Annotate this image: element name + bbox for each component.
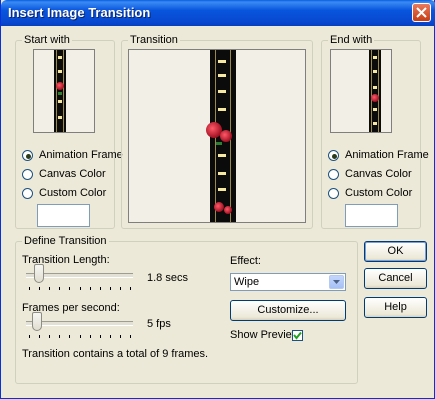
end-radio-canvas-color[interactable] xyxy=(328,169,339,180)
slider-tick xyxy=(79,287,81,290)
fps-value: 5 fps xyxy=(147,318,171,330)
frame-count-summary: Transition contains a total of 9 frames. xyxy=(22,348,209,360)
transition-length-value: 1.8 secs xyxy=(147,272,188,284)
start-option-label: Canvas Color xyxy=(39,168,106,180)
end-custom-color-swatch[interactable] xyxy=(345,204,398,227)
checkmark-icon xyxy=(293,331,302,340)
slider-tick xyxy=(99,335,101,338)
define-transition-legend: Define Transition xyxy=(22,235,109,247)
show-preview-label: Show Preview xyxy=(230,329,300,341)
title-bar[interactable]: Insert Image Transition xyxy=(1,0,435,26)
cancel-button[interactable]: Cancel xyxy=(364,268,427,289)
end-option-label: Animation Frame xyxy=(345,149,429,161)
dialog-window: Insert Image Transition Start with Anima… xyxy=(0,0,435,399)
end-radio-custom-color[interactable] xyxy=(328,188,339,199)
close-icon xyxy=(416,7,427,18)
effect-select-value: Wipe xyxy=(234,276,260,288)
slider-tick xyxy=(89,287,91,290)
start-radio-custom-color[interactable] xyxy=(22,188,33,199)
slider-tick xyxy=(59,335,61,338)
window-title: Insert Image Transition xyxy=(8,5,151,20)
slider-tick xyxy=(29,335,30,338)
slider-tick xyxy=(89,335,91,338)
close-button[interactable] xyxy=(412,3,431,22)
slider-tick xyxy=(130,335,131,338)
help-button[interactable]: Help xyxy=(364,297,427,318)
slider-tick xyxy=(69,335,71,338)
transition-length-slider-thumb[interactable] xyxy=(33,264,44,283)
slider-tick xyxy=(59,287,61,290)
slider-tick xyxy=(29,287,30,290)
start-radio-animation-frame[interactable] xyxy=(22,150,33,161)
transition-legend: Transition xyxy=(128,34,180,46)
end-preview xyxy=(330,49,392,133)
slider-tick xyxy=(119,287,121,290)
fps-slider-thumb[interactable] xyxy=(31,312,42,331)
start-radio-canvas-color[interactable] xyxy=(22,169,33,180)
slider-tick xyxy=(119,335,121,338)
effect-select[interactable]: Wipe xyxy=(230,273,346,291)
end-with-group: End with Animation Frame Canvas Color Cu xyxy=(321,34,429,229)
show-preview-checkbox[interactable] xyxy=(292,330,303,341)
customize-button[interactable]: Customize... xyxy=(230,300,346,321)
start-custom-color-swatch[interactable] xyxy=(37,204,90,227)
slider-tick xyxy=(109,335,111,338)
slider-tick xyxy=(39,287,41,290)
start-with-legend: Start with xyxy=(22,34,72,46)
effect-label: Effect: xyxy=(230,255,261,267)
slider-tick xyxy=(109,287,111,290)
start-with-group: Start with Animation Frame Canvas Color xyxy=(15,34,123,229)
start-preview xyxy=(33,49,95,133)
slider-tick xyxy=(79,335,81,338)
transition-preview xyxy=(128,49,306,223)
start-option-label: Custom Color xyxy=(39,187,107,199)
end-radio-animation-frame[interactable] xyxy=(328,150,339,161)
chevron-down-icon[interactable] xyxy=(329,275,344,289)
transition-group: Transition xyxy=(121,34,313,229)
slider-tick xyxy=(69,287,71,290)
slider-tick xyxy=(49,335,51,338)
slider-tick xyxy=(130,287,131,290)
slider-tick xyxy=(39,335,41,338)
start-option-label: Animation Frame xyxy=(39,149,123,161)
ok-button[interactable]: OK xyxy=(364,241,427,262)
end-option-label: Custom Color xyxy=(345,187,413,199)
fps-slider[interactable] xyxy=(26,321,133,326)
define-transition-group: Define Transition Transition Length: 1.8… xyxy=(15,235,358,384)
slider-tick xyxy=(99,287,101,290)
slider-tick xyxy=(49,287,51,290)
end-with-legend: End with xyxy=(328,34,375,46)
end-option-label: Canvas Color xyxy=(345,168,412,180)
